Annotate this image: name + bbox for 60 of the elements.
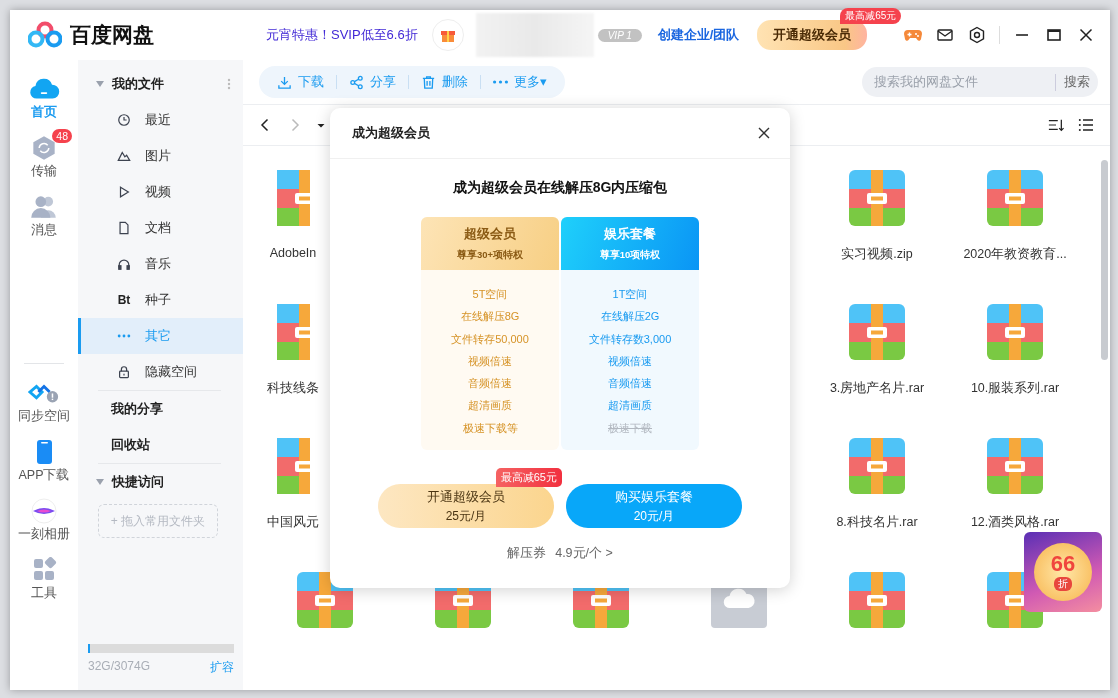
vip-badge: VIP 1 [597, 28, 642, 42]
dialog-title: 成为超级会员 [352, 124, 430, 142]
plan-feature: 极速下载 [608, 420, 652, 436]
rail-item[interactable]: 工具 [28, 557, 60, 602]
sidebar-item[interactable]: Bt 种子 [78, 282, 243, 318]
file-name[interactable]: 10.服装系列.rar [970, 380, 1060, 397]
sidebar-item[interactable]: 回收站 [78, 427, 243, 463]
plan-feature: 1T空间 [612, 287, 648, 302]
app-logo: 百度网盘 [70, 22, 154, 48]
plan-feature: 音频倍速 [608, 376, 652, 392]
plan-name: 超级会员 [464, 225, 516, 243]
plan-name: 娱乐套餐 [604, 225, 656, 243]
upgrade-button[interactable]: 开通超级会员 [757, 20, 868, 50]
plan-feature: 文件转存数3,000 [588, 331, 672, 347]
discount-badge: 最高减65元 [840, 8, 902, 24]
plan-feature: 超清画质 [608, 398, 652, 414]
file-name[interactable]: 实习视频.zip [841, 246, 913, 263]
count-badge: 48 [52, 129, 72, 143]
file-name[interactable]: 科技线条 [267, 380, 319, 397]
create-team-link[interactable]: 创建企业/团队 [657, 26, 740, 44]
storage-text: 32G/3074G [88, 659, 151, 675]
plan-feature: 文件转存50,000 [451, 331, 529, 347]
sidebar-item[interactable]: 最近 [78, 102, 243, 138]
plan-feature: 音频倍速 [468, 376, 512, 392]
file-name[interactable]: 8.科技名片.rar [836, 514, 918, 531]
file-name[interactable]: 2020年教资教育... [963, 246, 1067, 263]
search-field[interactable]: 搜索我的网盘文件 搜索 [862, 67, 1098, 97]
file-name[interactable]: 中国风元 [267, 514, 319, 531]
coupon-link[interactable]: 解压券 4.9元/个 > [501, 544, 619, 564]
plan-feature: 5T空间 [472, 287, 508, 302]
purchase-button[interactable]: 开通超级会员 25元/月 [378, 484, 554, 529]
sidebar-item[interactable]: 我的分享 [78, 391, 243, 427]
plan-feature: 在线解压2G [600, 309, 660, 325]
rail-item[interactable]: APP下载 [18, 439, 70, 484]
file-name[interactable]: AdobeIn [269, 246, 317, 260]
rail-item[interactable]: 消息 [28, 194, 60, 239]
plan-feature: 视频倍速 [468, 353, 512, 369]
dialog-headline: 成为超级会员在线解压8G内压缩包 [452, 179, 668, 197]
sidebar-item[interactable]: 音乐 [78, 246, 243, 282]
plan-feature: 视频倍速 [608, 353, 652, 369]
promo-link[interactable]: 元宵特惠！SVIP低至6.6折 [266, 26, 418, 44]
plan-feature: 在线解压8G [460, 309, 520, 325]
sidebar-item[interactable]: 图片 [78, 138, 243, 174]
torrent-icon: Bt [117, 293, 131, 307]
discount-promo-badge[interactable]: 66 折 [1024, 532, 1102, 612]
search-button[interactable]: 搜索 [1055, 73, 1090, 91]
sidebar-item[interactable]: 文档 [78, 210, 243, 246]
file-name[interactable]: 3.房地产名片.rar [829, 380, 925, 397]
plan-feature: 超清画质 [468, 398, 512, 414]
plan-subtitle: 尊享10项特权 [599, 249, 661, 262]
sidebar-section[interactable]: 我的文件 [78, 66, 243, 102]
plan-subtitle: 尊享30+项特权 [456, 249, 524, 262]
discount-badge: 最高减65元 [495, 468, 562, 488]
sidebar-item[interactable]: 隐藏空间 [78, 354, 243, 390]
sidebar-item[interactable]: 视频 [78, 174, 243, 210]
file-name[interactable]: 12.酒类风格.rar [970, 514, 1060, 531]
rail-item[interactable]: 一刻相册 [18, 498, 70, 543]
sidebar-section[interactable]: 快捷访问 [78, 464, 243, 500]
rail-item[interactable]: 同步空间 [18, 380, 70, 425]
plan-feature: 极速下载等 [462, 420, 518, 436]
